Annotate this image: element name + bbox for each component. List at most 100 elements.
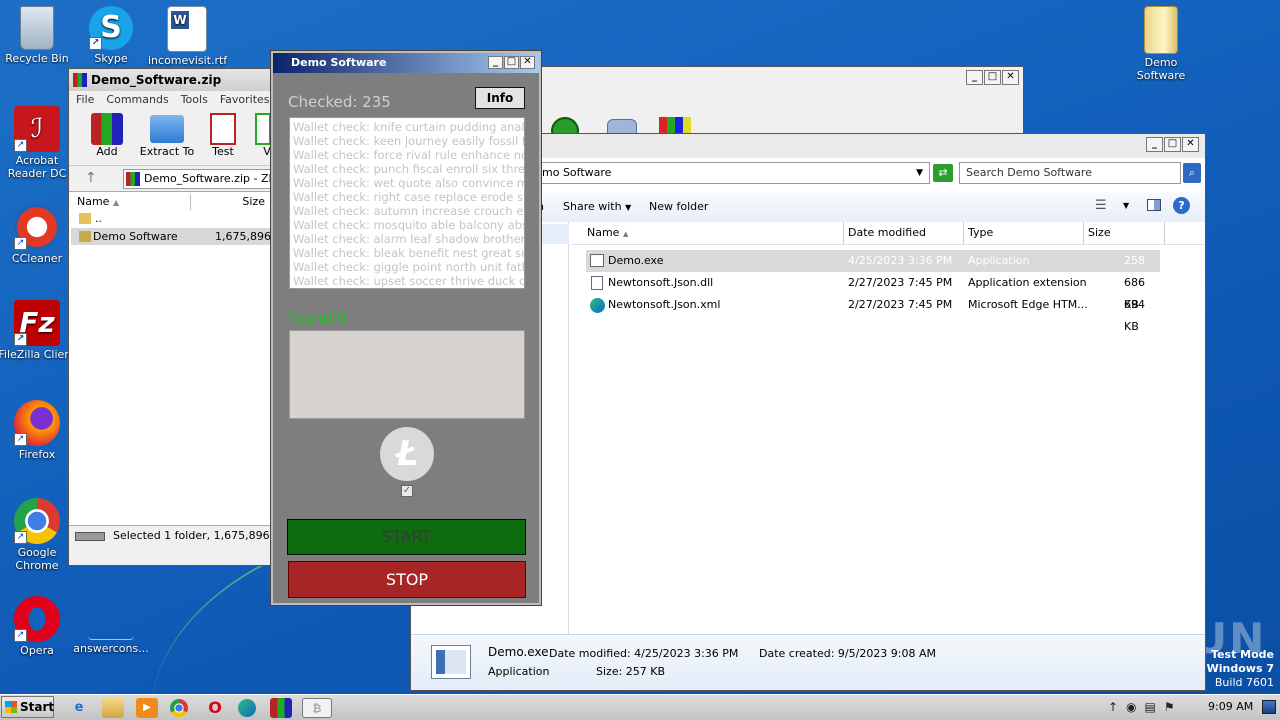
explorer-icon[interactable]: [102, 698, 124, 718]
demo-software-task[interactable]: ₿: [302, 698, 332, 718]
clipboard-icon: [210, 113, 236, 145]
menu-commands[interactable]: Commands: [106, 91, 168, 109]
sort-arrow-icon: ▲: [622, 230, 629, 238]
winrar-window[interactable]: Demo_Software.zip File Commands Tools Fa…: [68, 68, 290, 566]
desktop-icon-demo-folder[interactable]: Demo Software: [1122, 6, 1200, 82]
column-size[interactable]: Size: [1083, 222, 1165, 244]
chrome-icon: ↗: [14, 498, 60, 544]
desktop-icon-opera[interactable]: ↗ Opera: [0, 596, 76, 657]
exe-large-icon: [431, 645, 471, 679]
show-desktop-button[interactable]: [1262, 700, 1276, 714]
internet-explorer-icon[interactable]: e: [68, 698, 90, 718]
maximize-button[interactable]: □: [1164, 137, 1181, 152]
close-button[interactable]: ✕: [1182, 137, 1199, 152]
list-item: Wallet check: autumn increase crouch evi…: [293, 204, 525, 218]
desktop-icon-chrome[interactable]: ↗ Google Chrome: [0, 498, 76, 572]
ccleaner-icon: ↗: [14, 204, 60, 250]
chevron-down-icon[interactable]: ▼: [1123, 201, 1129, 210]
folder-icon: [1144, 6, 1178, 54]
menu-tools[interactable]: Tools: [181, 91, 208, 109]
close-button[interactable]: ✕: [1002, 70, 1019, 85]
column-date[interactable]: Date modified: [843, 222, 964, 244]
column-name[interactable]: Name ▲: [582, 222, 844, 244]
column-name[interactable]: Name ▲: [71, 194, 191, 210]
list-item: Wallet check: wet quote also convince mo…: [293, 176, 525, 190]
folder-up-icon: [79, 213, 91, 224]
list-item: Wallet check: knife curtain pudding anal…: [293, 120, 525, 134]
add-button[interactable]: Add: [85, 113, 129, 158]
view-icon[interactable]: ☰: [1095, 198, 1107, 213]
demo-software-window[interactable]: Demo Software _ □ ✕ Checked: 235 Info Wa…: [271, 51, 541, 605]
share-with-button[interactable]: Share with ▼: [563, 200, 631, 213]
found-output[interactable]: [289, 330, 525, 419]
table-row[interactable]: Newtonsoft.Json.dll 2/27/2023 7:45 PM Ap…: [586, 272, 1160, 311]
list-item[interactable]: ..: [71, 211, 277, 227]
opera-icon[interactable]: O: [204, 698, 226, 718]
winrar-filelist[interactable]: Name ▲ Size .. Demo Software 1,675,896: [69, 191, 277, 525]
close-button[interactable]: ✕: [520, 56, 535, 69]
view-icon: [255, 113, 271, 145]
clock[interactable]: 9:09 AM: [1208, 700, 1253, 713]
start-button[interactable]: START: [287, 519, 526, 555]
file-icon: [88, 612, 134, 640]
folder-icon: [79, 231, 91, 242]
search-icon[interactable]: ⌕: [1183, 163, 1201, 183]
maximize-button[interactable]: □: [504, 56, 519, 69]
details-pane: Demo.exe Date modified: 4/25/2023 3:36 P…: [411, 634, 1205, 690]
folder-icon: [150, 115, 184, 143]
opera-icon: ↗: [14, 596, 60, 642]
preview-pane-icon[interactable]: [1147, 199, 1161, 211]
winrar-icon[interactable]: [270, 698, 292, 718]
list-item: Wallet check: mosquito able balcony absu…: [293, 218, 525, 232]
filezilla-icon: Fz ↗: [14, 300, 60, 346]
stop-button[interactable]: STOP: [288, 561, 526, 598]
help-icon[interactable]: ?: [1173, 197, 1190, 214]
list-item: Wallet check: giggle point north unit fa…: [293, 260, 525, 274]
exe-icon: [590, 254, 604, 267]
minimize-button[interactable]: _: [488, 56, 503, 69]
menu-file[interactable]: File: [76, 91, 94, 109]
info-button[interactable]: Info: [475, 87, 525, 109]
edge-icon[interactable]: [238, 699, 256, 717]
winrar-pathbar: ↑ Demo_Software.zip - ZIP: [69, 165, 283, 191]
desktop-icon-answercons[interactable]: answercons...: [72, 612, 150, 655]
list-item[interactable]: Demo Software 1,675,896: [71, 228, 277, 245]
desktop-icon-recycle-bin[interactable]: Recycle Bin: [0, 6, 76, 65]
table-row[interactable]: Newtonsoft.Json.xml 2/27/2023 7:45 PM Mi…: [586, 294, 1160, 333]
edge-icon: [590, 298, 605, 313]
sort-arrow-icon: ▲: [112, 198, 120, 207]
tray-icons[interactable]: ↑◉▤⚑: [1108, 700, 1183, 714]
minimize-button[interactable]: _: [1146, 137, 1163, 152]
menu-favorites[interactable]: Favorites: [220, 91, 270, 109]
start-button[interactable]: Start: [1, 696, 54, 718]
chevron-down-icon[interactable]: ▼: [916, 163, 923, 183]
up-arrow-icon[interactable]: ↑: [85, 170, 97, 186]
firefox-icon: ↗: [14, 400, 60, 446]
maximize-button[interactable]: □: [984, 70, 1001, 85]
dll-icon: [591, 276, 603, 290]
desktop-icon-firefox[interactable]: ↗ Firefox: [0, 400, 76, 461]
winrar-icon: [73, 73, 87, 87]
column-size[interactable]: Size: [193, 194, 277, 210]
desktop-icon-filezilla[interactable]: Fz ↗ FileZilla Client: [0, 300, 76, 361]
search-input[interactable]: Search Demo Software: [959, 162, 1181, 184]
wallet-log[interactable]: Wallet check: knife curtain pudding anal…: [289, 117, 525, 289]
media-player-icon[interactable]: ▶: [136, 698, 158, 718]
test-button[interactable]: Test: [203, 113, 243, 158]
new-folder-button[interactable]: New folder: [649, 200, 708, 213]
winrar-titlebar[interactable]: Demo_Software.zip: [69, 69, 277, 91]
address-bar[interactable]: mo Software ▼: [535, 162, 930, 184]
table-row[interactable]: Demo.exe 4/25/2023 3:36 PM Application 2…: [586, 250, 1160, 289]
extract-to-button[interactable]: Extract To: [139, 113, 195, 158]
desktop-icon-ccleaner[interactable]: ↗ CCleaner: [0, 204, 76, 265]
chrome-icon[interactable]: [170, 699, 188, 717]
option-checkbox[interactable]: ✓: [401, 485, 413, 497]
path-field[interactable]: Demo_Software.zip - ZIP: [123, 169, 283, 189]
desktop-icon-skype[interactable]: S ↗ Skype: [72, 6, 150, 65]
desktop-icon-acrobat[interactable]: ℐ ↗ Acrobat Reader DC: [0, 106, 76, 180]
column-type[interactable]: Type: [963, 222, 1084, 244]
desktop-icon-incomevisit[interactable]: W incomevisit.rtf: [148, 6, 227, 67]
list-item: Wallet check: bleak benefit nest great s…: [293, 246, 525, 260]
minimize-button[interactable]: _: [966, 70, 983, 85]
refresh-button[interactable]: ⇄: [933, 164, 953, 182]
